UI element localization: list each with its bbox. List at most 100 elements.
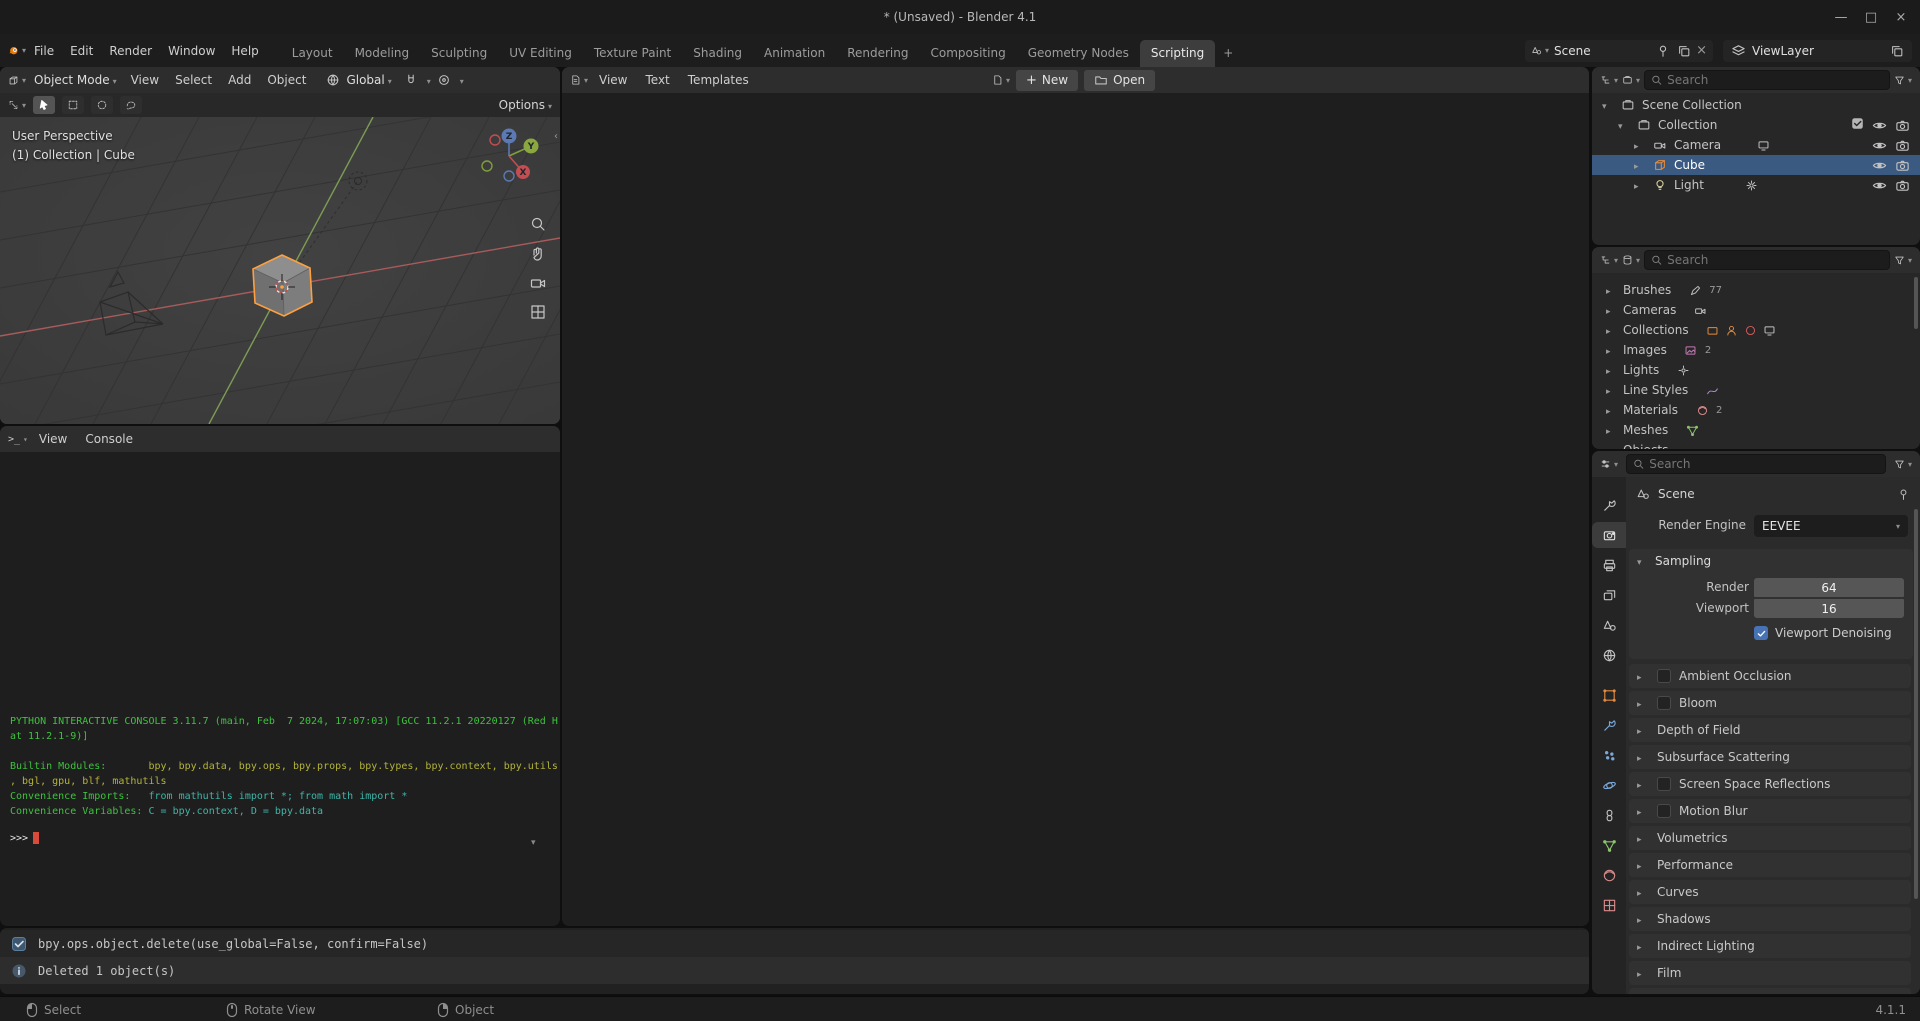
select-mode-tweak-button[interactable] [33, 96, 55, 114]
tab-modifiers[interactable] [1592, 712, 1626, 738]
select-mode-lasso-button[interactable] [120, 96, 142, 114]
tab-particles[interactable] [1592, 742, 1626, 768]
data-browser-search-input[interactable] [1667, 253, 1883, 267]
info-log-row[interactable]: bpy.ops.object.delete(use_global=False, … [0, 930, 1589, 957]
expand-caret-icon[interactable] [1606, 343, 1618, 357]
view-layer-selector[interactable]: ViewLayer [1723, 40, 1912, 62]
disable-render-camera-icon[interactable] [1895, 176, 1910, 194]
data-row-materials[interactable]: Materials 2 [1592, 400, 1920, 420]
tab-material[interactable] [1592, 862, 1626, 888]
panel-performance[interactable]: Performance [1629, 853, 1911, 877]
viewport-menu-select[interactable]: Select [169, 73, 218, 87]
panel-checkbox[interactable] [1657, 804, 1671, 818]
expand-caret-icon[interactable] [1618, 118, 1630, 132]
duplicate-scene-icon[interactable] [1675, 42, 1693, 60]
data-row-line-styles[interactable]: Line Styles [1592, 380, 1920, 400]
viewport-menu-object[interactable]: Object [261, 73, 312, 87]
expand-caret-icon[interactable] [1606, 363, 1618, 377]
disable-render-camera-icon[interactable] [1895, 156, 1910, 174]
tab-compositing[interactable]: Compositing [919, 40, 1016, 67]
expand-caret-icon[interactable] [1606, 303, 1618, 317]
expand-caret-icon[interactable] [1606, 403, 1618, 417]
blender-file-mode-icon[interactable] [1622, 251, 1640, 269]
menu-window[interactable]: Window [160, 44, 223, 58]
expand-caret-icon[interactable] [1606, 423, 1618, 437]
data-row-meshes[interactable]: Meshes [1592, 420, 1920, 440]
tab-physics[interactable] [1592, 772, 1626, 798]
tab-world[interactable] [1592, 642, 1626, 668]
browse-text-icon[interactable] [992, 71, 1010, 89]
tab-view-layer[interactable] [1592, 582, 1626, 608]
expand-caret-icon[interactable] [1606, 383, 1618, 397]
menu-render[interactable]: Render [101, 44, 160, 58]
tab-animation[interactable]: Animation [753, 40, 836, 67]
outliner-row-camera[interactable]: Camera [1592, 135, 1920, 155]
info-log-row[interactable]: Deleted 1 object(s) [0, 957, 1589, 984]
tab-scene[interactable] [1592, 612, 1626, 638]
editor-type-properties-icon[interactable] [1600, 455, 1618, 473]
tab-geometry-nodes[interactable]: Geometry Nodes [1017, 40, 1140, 67]
scrollbar[interactable] [1914, 277, 1918, 329]
options-dropdown[interactable]: Options [499, 98, 552, 112]
viewport-menu-add[interactable]: Add [222, 73, 257, 87]
hide-eye-icon[interactable] [1872, 176, 1887, 194]
open-text-button[interactable]: Open [1084, 70, 1155, 91]
panel-volumetrics[interactable]: Volumetrics [1629, 826, 1911, 850]
disable-render-camera-icon[interactable] [1895, 116, 1910, 134]
text-editor-body[interactable] [562, 93, 1589, 926]
console-scroll-indicator[interactable]: ▾ [531, 838, 536, 848]
data-browser-search[interactable] [1644, 250, 1890, 270]
hide-eye-icon[interactable] [1872, 156, 1887, 174]
camera-data-icon[interactable] [1754, 136, 1772, 154]
viewport-canvas[interactable]: User Perspective (1) Collection | Cube Z… [0, 117, 560, 424]
text-menu-view[interactable]: View [592, 73, 634, 87]
panel-subsurface-scattering[interactable]: Subsurface Scattering [1629, 745, 1911, 769]
outliner-row-scene-collection[interactable]: Scene Collection [1592, 95, 1920, 115]
snap-dropdown[interactable] [424, 73, 431, 87]
data-row-lights[interactable]: Lights [1592, 360, 1920, 380]
console-input-line[interactable]: >>> [10, 832, 39, 844]
expand-caret-icon[interactable] [1606, 283, 1618, 297]
panel-simplify[interactable]: Simplify [1629, 988, 1911, 994]
panel-screen-space-reflections[interactable]: Screen Space Reflections [1629, 772, 1911, 796]
blender-logo[interactable] [8, 42, 26, 60]
pan-hand-icon[interactable] [529, 245, 547, 263]
tab-shading[interactable]: Shading [682, 40, 753, 67]
outliner-row-cube[interactable]: Cube [1592, 155, 1920, 175]
text-menu-templates[interactable]: Templates [681, 73, 756, 87]
data-row-images[interactable]: Images 2 [1592, 340, 1920, 360]
expand-caret-icon[interactable] [1634, 138, 1646, 152]
data-row-brushes[interactable]: Brushes 77 [1592, 280, 1920, 300]
menu-file[interactable]: File [26, 44, 62, 58]
expand-caret-icon[interactable] [1606, 443, 1618, 449]
tab-tool[interactable] [1592, 492, 1626, 518]
outliner-row-collection[interactable]: Collection [1592, 115, 1920, 135]
display-mode-icon[interactable] [1622, 71, 1640, 89]
mode-dropdown[interactable]: Object Mode [30, 73, 121, 87]
scene-selector[interactable]: Scene [1525, 40, 1713, 62]
duplicate-view-layer-icon[interactable] [1888, 42, 1906, 60]
panel-ambient-occlusion[interactable]: Ambient Occlusion [1629, 664, 1911, 688]
data-row-collections[interactable]: Collections [1592, 320, 1920, 340]
outliner-search[interactable] [1644, 70, 1890, 90]
tab-texture-paint[interactable]: Texture Paint [583, 40, 682, 67]
sidebar-collapse-indicator[interactable]: ‹ [554, 131, 558, 142]
sampling-viewport-field[interactable]: 16 [1754, 599, 1904, 618]
camera-view-icon[interactable] [529, 274, 547, 292]
editor-type-console-icon[interactable]: >_ [8, 430, 28, 448]
data-row-cameras[interactable]: Cameras [1592, 300, 1920, 320]
menu-edit[interactable]: Edit [62, 44, 101, 58]
panel-indirect-lighting[interactable]: Indirect Lighting [1629, 934, 1911, 958]
tab-scripting[interactable]: Scripting [1140, 40, 1215, 67]
console-menu-view[interactable]: View [32, 432, 74, 446]
panel-checkbox[interactable] [1657, 696, 1671, 710]
filter-funnel-icon[interactable] [1894, 71, 1912, 89]
tab-sculpting[interactable]: Sculpting [420, 40, 498, 67]
properties-search-input[interactable] [1649, 457, 1879, 471]
active-tool-icon[interactable] [8, 96, 26, 114]
tab-output[interactable] [1592, 552, 1626, 578]
expand-caret-icon[interactable] [1634, 158, 1646, 172]
zoom-tool-icon[interactable] [529, 215, 547, 233]
toggle-grid-icon[interactable] [529, 303, 547, 321]
maximize-button[interactable]: □ [1856, 10, 1886, 25]
